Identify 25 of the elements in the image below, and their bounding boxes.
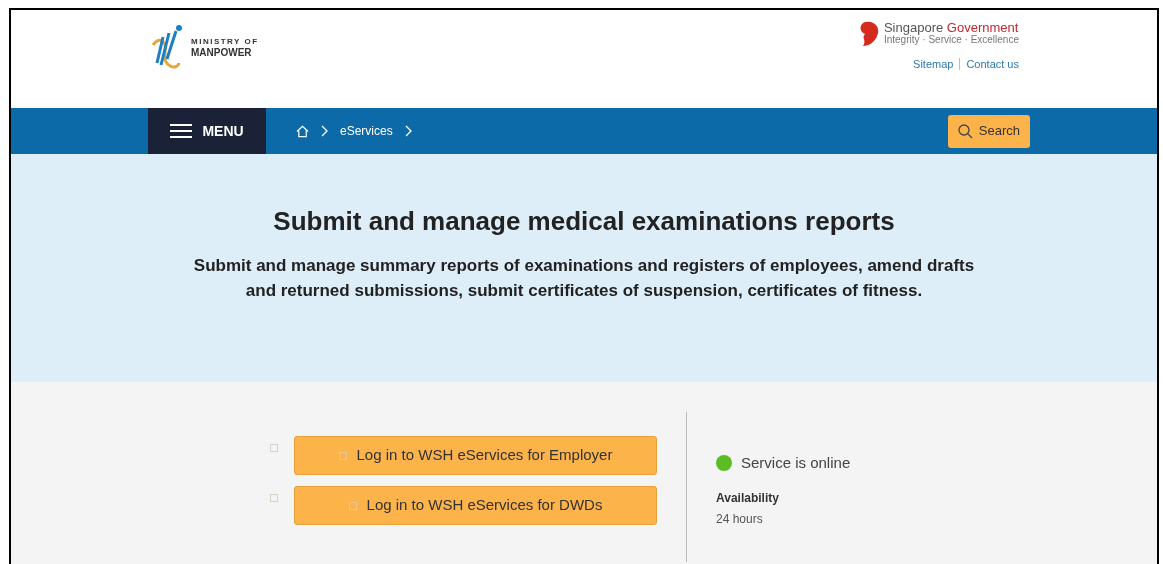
- government-name: Singapore Government: [883, 22, 1019, 34]
- logo-text: MANPOWER: [191, 47, 253, 58]
- availability-value: 24 hours: [716, 510, 764, 528]
- broken-image-icon: [270, 444, 278, 452]
- chevron-icon: [321, 125, 328, 137]
- login-button[interactable]: Log in to WSH eServices for Employer: [294, 436, 657, 475]
- broken-image-icon: [348, 501, 357, 510]
- status-text: Service is online: [741, 453, 851, 473]
- search-button[interactable]: Search: [947, 114, 1030, 148]
- page-description: Submit and manage summary reports of examinations and registers of employees, amend drafts and returned submissions, submit certificates of suspension, certificates of fitness.: [192, 255, 976, 302]
- government-motto: Integrity · Service · Excellence: [883, 34, 1019, 46]
- home-icon[interactable]: [296, 124, 309, 138]
- breadcrumb-link[interactable]: eServices: [340, 122, 393, 140]
- header-link[interactable]: Contact us: [959, 58, 1019, 70]
- login-button[interactable]: Log in to WSH eServices for DWDs: [294, 486, 657, 525]
- availability-label: Availability: [716, 489, 780, 507]
- menu-button[interactable]: MENU: [148, 108, 266, 154]
- header-link[interactable]: Sitemap: [913, 58, 954, 70]
- chevron-icon: [404, 125, 412, 137]
- page-title: Submit and manage medical examinations reports: [273, 205, 895, 238]
- broken-image-icon: [270, 494, 278, 502]
- menu-icon: [170, 124, 193, 138]
- broken-image-icon: [338, 451, 347, 460]
- search-icon: [957, 123, 973, 139]
- logo-text: MINISTRY OF: [191, 36, 259, 47]
